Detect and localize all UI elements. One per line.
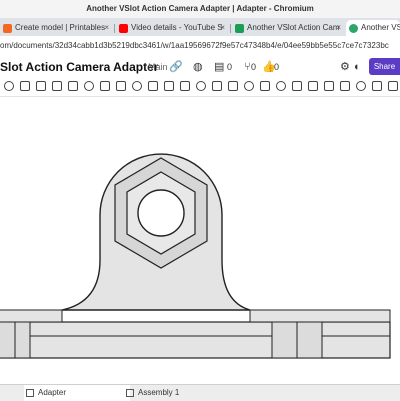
document-title[interactable]: Slot Action Camera Adapter <box>0 56 158 78</box>
appearance-icon[interactable]: ◐ <box>354 56 361 78</box>
hole-icon[interactable] <box>132 81 142 91</box>
tab-label: Adapter <box>38 388 67 397</box>
extrude-icon[interactable] <box>36 81 46 91</box>
url-text[interactable]: om/documents/32d34cabb1d3b5219dbc3461/w/… <box>0 36 389 56</box>
branch-label[interactable]: Main <box>148 56 168 78</box>
address-bar[interactable]: om/documents/32d34cabb1d3b5219dbc3461/w/… <box>0 36 400 57</box>
fillet-icon[interactable] <box>84 81 94 91</box>
measure-icon[interactable] <box>308 81 318 91</box>
document-header: Slot Action Camera Adapter Main 🔗 ◍ ▤ 0 … <box>0 56 400 78</box>
browser-tab-onshape[interactable]: Another VSlot Action Cam × <box>232 20 344 36</box>
branch-icon[interactable]: ⑂ <box>244 56 251 78</box>
sweep-icon[interactable] <box>68 81 78 91</box>
link-icon[interactable]: 🔗 <box>169 56 183 78</box>
share-button[interactable]: Share <box>369 58 400 75</box>
split-icon[interactable] <box>196 81 206 91</box>
display-icon[interactable] <box>276 81 286 91</box>
undo-icon[interactable] <box>4 81 14 91</box>
close-icon[interactable]: × <box>220 20 225 36</box>
versions-icon[interactable]: ▤ <box>214 56 224 78</box>
browser-tab-active[interactable]: Another VSlot <box>346 20 400 36</box>
assembly-icon <box>126 389 134 397</box>
browser-tab-printables[interactable]: Create model | Printables × <box>0 20 112 36</box>
globe-icon[interactable]: ◍ <box>193 56 203 78</box>
tab-label: Video details - YouTube S <box>131 23 223 32</box>
pattern-icon[interactable] <box>148 81 158 91</box>
custom-feature-icon[interactable] <box>388 81 398 91</box>
section-icon[interactable] <box>292 81 302 91</box>
sketch-icon[interactable] <box>20 81 30 91</box>
close-icon[interactable]: × <box>104 20 109 36</box>
tab-label: Create model | Printables <box>15 23 106 32</box>
shell-icon[interactable] <box>116 81 126 91</box>
feature-toolbar <box>0 78 400 97</box>
revolve-icon[interactable] <box>52 81 62 91</box>
sheet-metal-icon[interactable] <box>324 81 334 91</box>
versions-count: 0 <box>227 62 233 72</box>
part-model[interactable] <box>0 97 400 384</box>
plane-icon[interactable] <box>228 81 238 91</box>
branches-count: 0 <box>251 62 257 72</box>
close-icon[interactable]: × <box>336 20 341 36</box>
drive-favicon-icon <box>235 24 244 33</box>
settings-icon[interactable]: ⚙ <box>340 56 350 78</box>
tab-label: Another VSlot Action Cam <box>247 23 340 32</box>
onshape-favicon-icon <box>349 24 358 33</box>
graphics-viewport[interactable] <box>0 97 400 384</box>
browser-tab-youtube[interactable]: Video details - YouTube S × <box>116 20 228 36</box>
window-title: Another VSlot Action Camera Adapter | Ad… <box>0 0 400 18</box>
frames-icon[interactable] <box>340 81 350 91</box>
more-tools-icon[interactable] <box>372 81 382 91</box>
view-icon[interactable] <box>260 81 270 91</box>
tab-divider <box>114 24 115 33</box>
mate-connector-icon[interactable] <box>244 81 254 91</box>
youtube-favicon-icon <box>119 24 128 33</box>
transform-icon[interactable] <box>212 81 222 91</box>
element-tab-bar: Adapter Assembly 1 <box>0 384 400 401</box>
tab-label: Another VSlot <box>361 23 400 32</box>
browser-tab-bar: Create model | Printables × Video detail… <box>0 18 400 36</box>
part-studio-icon <box>26 389 34 397</box>
likes-count: 0 <box>274 62 280 72</box>
tab-assembly[interactable]: Assembly 1 <box>124 385 230 401</box>
boolean-icon[interactable] <box>180 81 190 91</box>
tab-label: Assembly 1 <box>138 388 180 397</box>
chamfer-icon[interactable] <box>100 81 110 91</box>
tab-divider <box>230 24 231 33</box>
tab-adapter[interactable]: Adapter <box>24 385 130 401</box>
printables-favicon-icon <box>3 24 12 33</box>
surface-icon[interactable] <box>356 81 366 91</box>
mirror-icon[interactable] <box>164 81 174 91</box>
